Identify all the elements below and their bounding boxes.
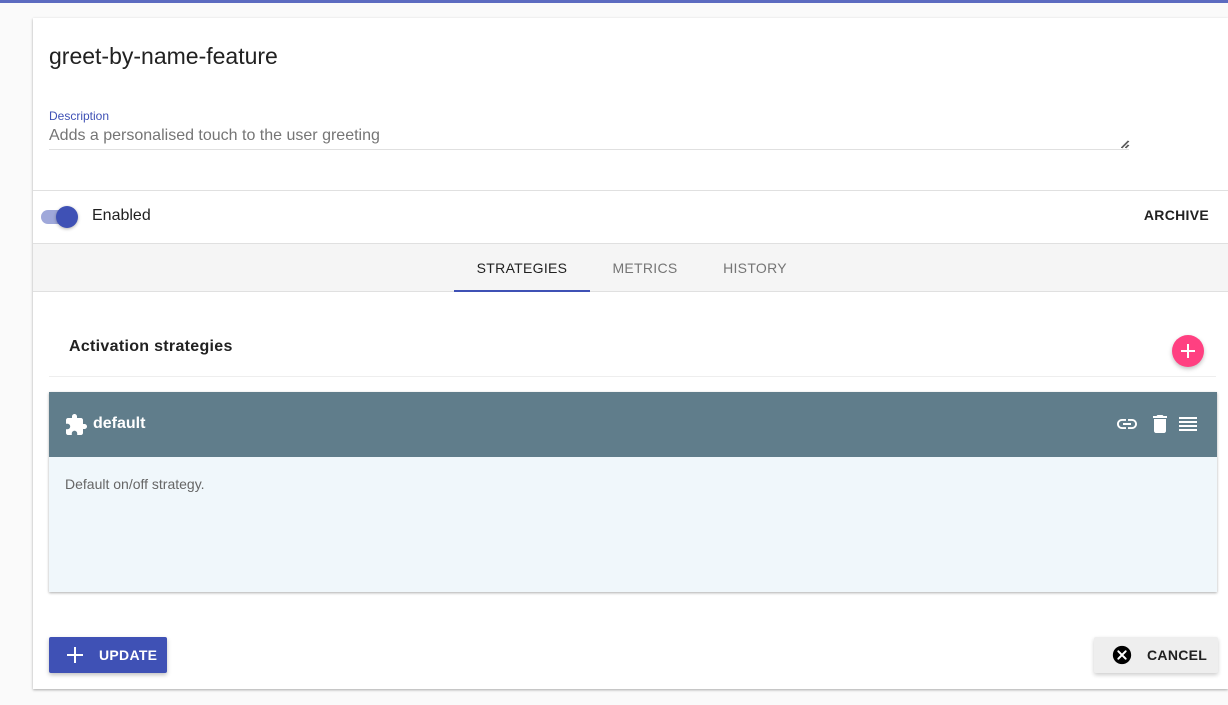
enabled-toggle[interactable]: [41, 206, 79, 228]
divider: [49, 376, 1216, 377]
add-strategy-button[interactable]: [1172, 335, 1204, 367]
toggle-knob: [56, 206, 78, 228]
activation-strategies-title: Activation strategies: [69, 338, 233, 355]
plus-icon: [1181, 344, 1195, 358]
archive-button[interactable]: ARCHIVE: [1144, 207, 1209, 223]
feature-card: greet-by-name-feature Description Adds a…: [33, 18, 1228, 689]
feature-title: greet-by-name-feature: [49, 43, 278, 69]
cancel-button[interactable]: CANCEL: [1094, 637, 1218, 673]
update-button-label: UPDATE: [99, 647, 158, 663]
drag-handle-icon[interactable]: [1176, 412, 1200, 436]
plus-icon: [67, 647, 83, 663]
close-circle-icon: [1112, 645, 1132, 665]
top-accent-line: [0, 0, 1228, 3]
update-button[interactable]: UPDATE: [49, 637, 167, 673]
active-tab-indicator: [454, 290, 590, 292]
enabled-label: Enabled: [92, 207, 151, 224]
delete-icon[interactable]: [1148, 412, 1172, 436]
tab-history[interactable]: HISTORY: [711, 244, 799, 292]
resize-grip-icon[interactable]: [1121, 140, 1130, 149]
puzzle-icon: [66, 414, 87, 435]
strategy-card: default Default on/off strategy.: [49, 392, 1217, 592]
strategy-header: default: [49, 392, 1217, 457]
strategy-description: Default on/off strategy.: [65, 476, 205, 492]
strategy-body: Default on/off strategy.: [49, 457, 1217, 592]
strategy-name: default: [93, 415, 146, 432]
tab-metrics[interactable]: METRICS: [601, 244, 689, 292]
description-field[interactable]: Adds a personalised touch to the user gr…: [49, 126, 1129, 150]
tab-strategies[interactable]: STRATEGIES: [454, 244, 590, 292]
cancel-button-label: CANCEL: [1147, 647, 1208, 663]
description-label: Description: [49, 109, 110, 123]
tab-bar: STRATEGIES METRICS HISTORY: [33, 243, 1228, 292]
divider: [33, 190, 1228, 191]
link-icon[interactable]: [1115, 412, 1139, 436]
